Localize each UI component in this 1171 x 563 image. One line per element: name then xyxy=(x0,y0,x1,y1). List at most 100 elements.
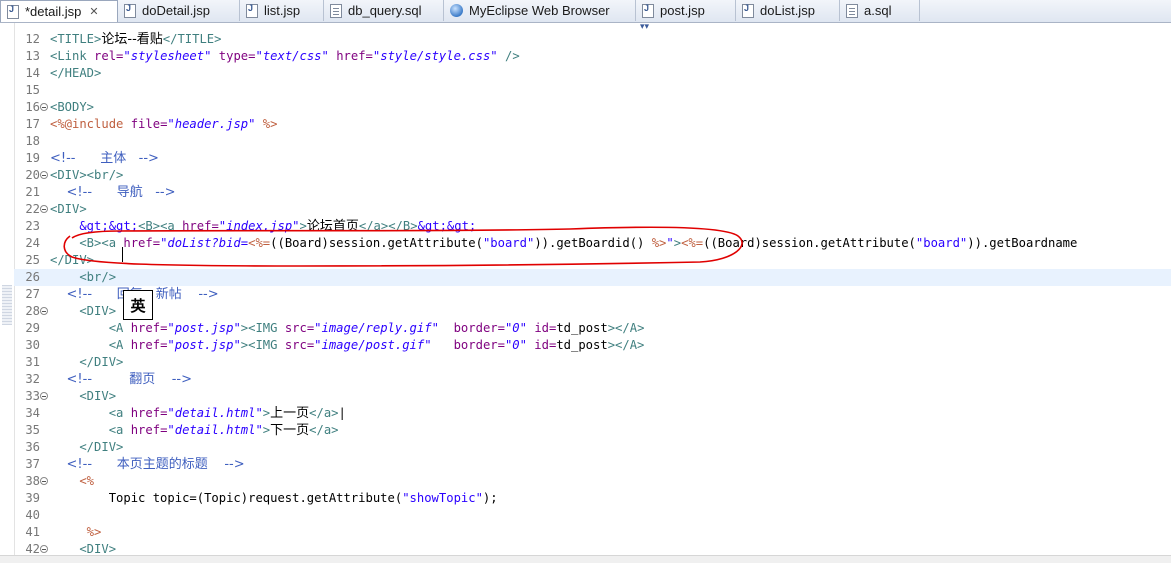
code-editor[interactable]: 12 <TITLE>论坛--看贴</TITLE> 13 <Link rel="styl… xyxy=(14,23,1171,555)
code-token: %> xyxy=(651,236,667,250)
sql-file-icon xyxy=(846,3,858,18)
code-token: 论坛首页 xyxy=(306,219,359,234)
code-line[interactable]: 28 <DIV> xyxy=(14,303,1171,320)
code-line[interactable]: 34 <a href="detail.html">上一页</a>| xyxy=(14,405,1171,422)
fold-toggle-icon[interactable] xyxy=(40,171,48,179)
code-line[interactable]: 39 Topic topic=(Topic)request.getAttribu… xyxy=(14,490,1171,507)
code-token: "doList?bid= xyxy=(160,236,249,250)
line-number: 28 xyxy=(25,304,40,318)
code-token: href= xyxy=(130,321,168,335)
line-number: 27 xyxy=(25,287,40,301)
code-text: </DIV> xyxy=(50,252,94,269)
tab-label: a.sql xyxy=(864,3,892,18)
code-token: <% xyxy=(50,474,95,488)
globe-icon xyxy=(450,4,463,17)
editor-tab-bar: *detail.jsp ✕ doDetail.jsp list.jsp db_q… xyxy=(0,0,1171,23)
code-line[interactable]: 13 <Link rel="stylesheet" type="text/css"… xyxy=(14,48,1171,65)
code-line[interactable]: 21 <!-- 导航 --> xyxy=(14,184,1171,201)
code-line[interactable]: 23 &gt;&gt;<B><a href="index.jsp">论坛首页</… xyxy=(14,218,1171,235)
code-token: "stylesheet" xyxy=(123,49,212,63)
code-line[interactable]: 33 <DIV> xyxy=(14,388,1171,405)
fold-toggle-icon[interactable] xyxy=(40,307,48,315)
code-text: </DIV> xyxy=(50,439,123,456)
code-token: td_post xyxy=(556,338,608,352)
code-line[interactable]: 27 <!-- 回复、新帖 --> xyxy=(14,286,1171,303)
code-token: "image/reply.gif" xyxy=(314,321,439,335)
close-icon[interactable]: ✕ xyxy=(89,5,98,18)
tab-list-jsp[interactable]: list.jsp xyxy=(240,0,324,21)
code-line[interactable]: 36 </DIV> xyxy=(14,439,1171,456)
tab-dodetail-jsp[interactable]: doDetail.jsp xyxy=(118,0,240,21)
code-token: "post.jsp" xyxy=(167,338,241,352)
tab-dolist-jsp[interactable]: doList.jsp xyxy=(736,0,840,21)
code-line[interactable]: 31 </DIV> xyxy=(14,354,1171,371)
tab-label: *detail.jsp xyxy=(25,4,82,19)
code-text: <!-- 主体 --> xyxy=(50,150,159,167)
code-line[interactable]: 14 </HEAD> xyxy=(14,65,1171,82)
line-number: 25 xyxy=(25,253,40,267)
code-line[interactable]: 22 <DIV> xyxy=(14,201,1171,218)
code-token: "header.jsp" xyxy=(167,117,256,131)
code-text: <A href="post.jsp"><IMG src="image/post.… xyxy=(50,337,645,354)
code-text: %> xyxy=(50,524,102,541)
code-token: )).getBoardname xyxy=(967,236,1078,250)
code-line[interactable]: 17 <%@include file="header.jsp" %> xyxy=(14,116,1171,133)
jsp-file-icon xyxy=(7,4,19,19)
tab-detail-jsp[interactable]: *detail.jsp ✕ xyxy=(0,0,118,22)
code-token: </DIV> xyxy=(50,253,95,267)
code-token: "detail.html" xyxy=(167,423,263,437)
tab-post-jsp[interactable]: post.jsp xyxy=(636,0,736,21)
line-number: 38 xyxy=(25,474,40,488)
tab-db-query-sql[interactable]: db_query.sql xyxy=(324,0,444,21)
code-line[interactable]: 32 <!-- 翻页 --> xyxy=(14,371,1171,388)
tab-label: db_query.sql xyxy=(348,3,422,18)
code-token: href= xyxy=(130,406,168,420)
code-token: <!-- 导航 --> xyxy=(50,185,176,200)
code-token: href= xyxy=(182,219,219,233)
code-token: <Link xyxy=(50,49,95,63)
code-token: | xyxy=(338,406,346,420)
code-text: <% xyxy=(50,473,94,490)
code-text: &gt;&gt;<B><a href="index.jsp">论坛首页</a><… xyxy=(50,218,476,235)
code-line[interactable]: 16 <BODY> xyxy=(14,99,1171,116)
code-token: )).getBoardid() xyxy=(534,236,652,250)
code-token: ((Board)session.getAttribute( xyxy=(270,236,483,250)
code-line[interactable]: 12 <TITLE>论坛--看贴</TITLE> xyxy=(14,31,1171,48)
code-line[interactable]: 29 <A href="post.jsp"><IMG src="image/re… xyxy=(14,320,1171,337)
fold-toggle-icon[interactable] xyxy=(40,545,48,553)
tab-myeclipse-web-browser[interactable]: MyEclipse Web Browser xyxy=(444,0,636,21)
line-number: 29 xyxy=(25,321,40,335)
line-number: 33 xyxy=(25,389,40,403)
code-line[interactable]: 26 <br/> xyxy=(14,269,1171,286)
code-line[interactable]: 19 <!-- 主体 --> xyxy=(14,150,1171,167)
code-line[interactable]: 41 %> xyxy=(14,524,1171,541)
code-line[interactable]: 37 <!-- 本页主题的标题 --> xyxy=(14,456,1171,473)
fold-toggle-icon[interactable] xyxy=(40,103,48,111)
code-line[interactable]: 40 xyxy=(14,507,1171,524)
code-line[interactable]: 20 <DIV><br/> xyxy=(14,167,1171,184)
fold-toggle-icon[interactable] xyxy=(40,477,48,485)
code-line[interactable]: 15 xyxy=(14,82,1171,99)
code-line[interactable]: 24 <B><a href="doList?bid=<%=((Board)ses… xyxy=(14,235,1171,252)
code-token: id= xyxy=(526,338,557,352)
tab-a-sql[interactable]: a.sql xyxy=(840,0,920,21)
fold-toggle-icon[interactable] xyxy=(40,205,48,213)
editor-ruler xyxy=(0,23,15,555)
code-token: ((Board)session.getAttribute( xyxy=(703,236,916,250)
code-line[interactable]: 38 <% xyxy=(14,473,1171,490)
line-number: 18 xyxy=(25,134,40,148)
code-line[interactable]: 18 xyxy=(14,133,1171,150)
code-line[interactable]: 35 <a href="detail.html">下一页</a> xyxy=(14,422,1171,439)
code-line[interactable]: 25 </DIV> xyxy=(14,252,1171,269)
code-text: <!-- 导航 --> xyxy=(50,184,176,201)
line-number: 26 xyxy=(25,270,40,284)
code-token: </TITLE> xyxy=(162,32,222,46)
line-number: 32 xyxy=(25,372,40,386)
code-token: src= xyxy=(284,338,315,352)
code-line[interactable]: 42 <DIV> xyxy=(14,541,1171,555)
code-token: "board" xyxy=(482,236,535,250)
code-token: <a xyxy=(50,406,131,420)
fold-toggle-icon[interactable] xyxy=(40,392,48,400)
code-text: <DIV> xyxy=(50,541,116,555)
code-line[interactable]: 30 <A href="post.jsp"><IMG src="image/po… xyxy=(14,337,1171,354)
